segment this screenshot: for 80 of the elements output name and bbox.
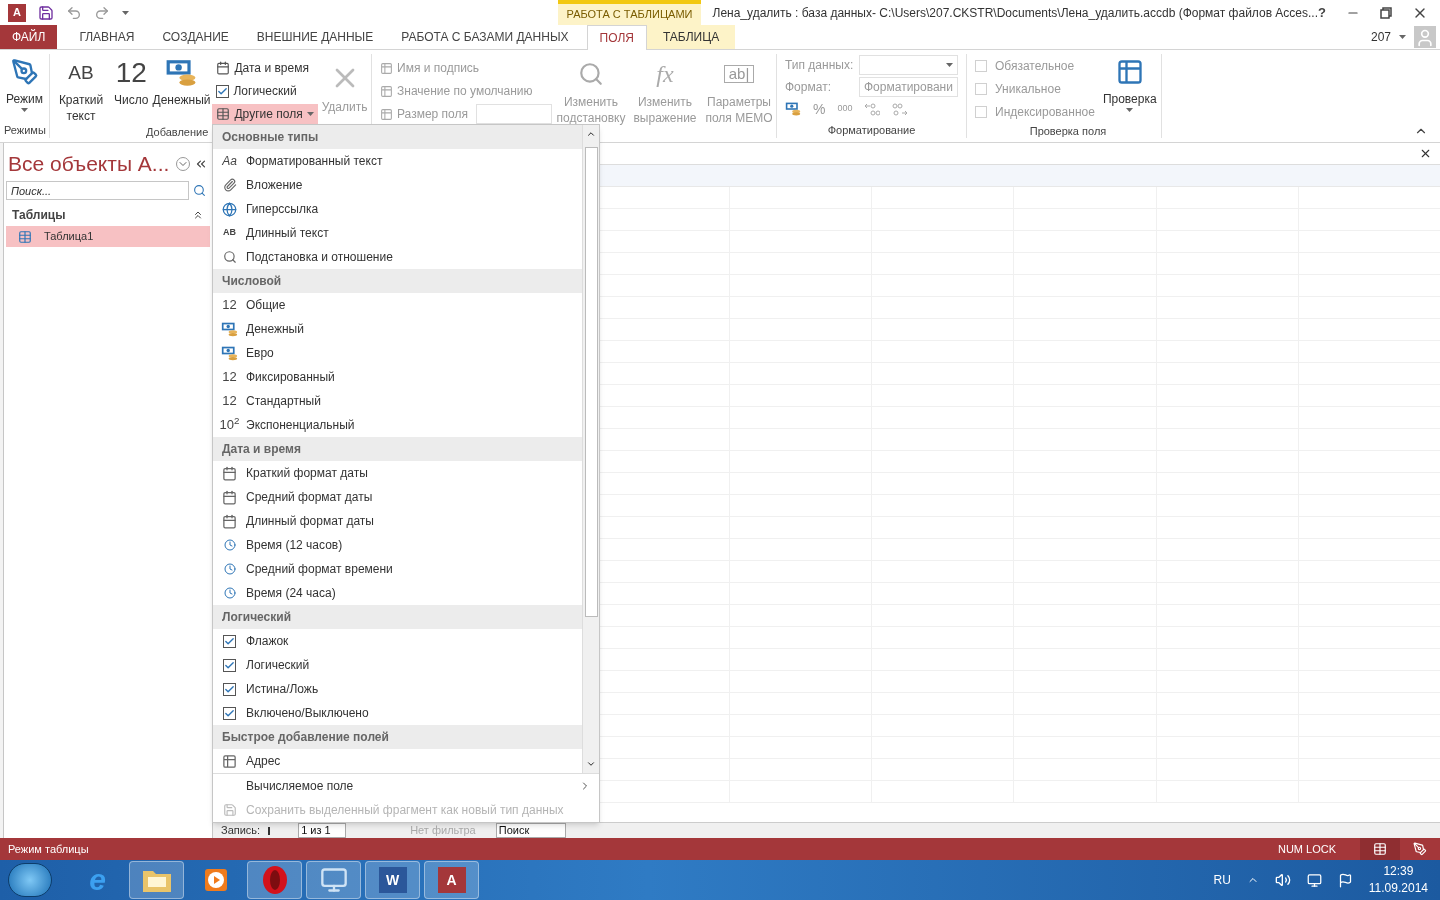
menu-item[interactable]: Краткий формат даты xyxy=(213,461,582,485)
number-icon: 12 xyxy=(222,391,237,411)
ribbon-tab[interactable]: ПОЛЯ xyxy=(586,25,647,50)
record-label: Запись: xyxy=(221,823,261,838)
menu-item[interactable]: Включено/Выключено xyxy=(213,701,582,725)
taskbar-app-button[interactable]: W xyxy=(365,861,420,899)
field-type-button[interactable]: Логический xyxy=(212,81,318,101)
menu-item[interactable]: Логический xyxy=(213,653,582,677)
num-lock-indicator: NUM LOCK xyxy=(1277,841,1336,857)
field-type-button[interactable]: Дата и время xyxy=(212,58,318,78)
clock[interactable]: 12:39 11.09.2014 xyxy=(1368,863,1428,897)
menu-item[interactable]: Средний формат времени xyxy=(213,557,582,581)
mode-button[interactable]: Режим xyxy=(0,54,49,122)
menu-item[interactable]: Денежный xyxy=(213,317,582,341)
status-text: Режим таблицы xyxy=(7,841,89,857)
nav-pane-title[interactable]: Все объекты A... xyxy=(8,148,170,180)
menu-item[interactable]: Вычисляемое поле xyxy=(213,774,599,798)
nav-item[interactable]: Таблица1 xyxy=(6,226,210,247)
field-type-glyph: AB xyxy=(68,65,94,81)
data-type-label: Тип данных: xyxy=(785,57,855,74)
menu-item[interactable]: Длинный формат даты xyxy=(213,509,582,533)
record-position-field[interactable]: 1 из 1 xyxy=(298,823,347,838)
field-type-button[interactable]: Денежный xyxy=(150,54,213,124)
validation-button[interactable]: Проверка xyxy=(1102,54,1157,123)
ribbon-tab[interactable]: СОЗДАНИЕ xyxy=(148,24,243,49)
number-icon: 10$^{2}$ xyxy=(219,415,240,435)
text-box-icon: ab| xyxy=(723,65,755,83)
field-type-button[interactable]: 12 Число xyxy=(112,54,151,124)
ribbon-tab[interactable]: ТАБЛИЦА xyxy=(646,24,736,49)
menu-item[interactable]: Время (24 часа) xyxy=(213,581,582,605)
menu-item[interactable]: Истина/Ложь xyxy=(213,677,582,701)
app-logo-icon: A xyxy=(8,3,26,22)
record-search-field[interactable]: Поиск xyxy=(495,823,566,838)
format-label: Формат: xyxy=(785,79,832,96)
menu-item[interactable]: Флажок xyxy=(213,629,582,653)
search-field[interactable]: Поиск... xyxy=(6,181,189,200)
account-name[interactable]: 207 xyxy=(1370,27,1391,46)
number-icon: 12 xyxy=(222,367,237,387)
menu-section-header: Быстрое добавление полей xyxy=(213,725,582,749)
menu-item[interactable]: 12 Фиксированный xyxy=(213,365,582,389)
ribbon-group-label: Проверка поля xyxy=(1028,124,1108,139)
menu-item[interactable]: Адрес xyxy=(213,749,582,773)
bold-text-icon: AB xyxy=(223,226,236,240)
context-tab-group: РАБОТА С ТАБЛИЦАМИ xyxy=(558,0,701,25)
language-indicator[interactable]: RU xyxy=(1213,871,1231,889)
ribbon-group-label: Форматирование xyxy=(826,122,917,138)
menu-item[interactable]: Aa Форматированный текст xyxy=(213,149,582,173)
menu-section-header: Дата и время xyxy=(213,437,582,461)
ribbon-tab[interactable]: ВНЕШНИЕ ДАННЫЕ xyxy=(242,24,388,49)
field-type-button[interactable]: AB Краткий текст xyxy=(50,54,112,124)
menu-section-header: Числовой xyxy=(213,269,582,293)
menu-section-header: Основные типы xyxy=(213,125,582,149)
ribbon-group-label: Режимы xyxy=(3,122,47,138)
menu-section-header: Логический xyxy=(213,605,582,629)
menu-item[interactable]: 12 Общие xyxy=(213,293,582,317)
menu-item[interactable]: Гиперссылка xyxy=(213,197,582,221)
menu-item[interactable]: 10$^{2}$ Экспоненциальный xyxy=(213,413,582,437)
menu-item[interactable]: Евро xyxy=(213,341,582,365)
menu-item[interactable]: Время (12 часов) xyxy=(213,533,582,557)
italic-text-icon: Aa xyxy=(222,152,237,170)
help-button[interactable]: ? xyxy=(1318,2,1326,23)
number-icon: 12 xyxy=(222,295,237,315)
formula-icon: fx xyxy=(652,59,678,89)
menu-item[interactable]: Средний формат даты xyxy=(213,485,582,509)
taskbar-app-button[interactable]: A xyxy=(424,861,479,899)
menu-item[interactable]: Вложение xyxy=(213,173,582,197)
field-type-button[interactable]: Другие поля xyxy=(212,104,318,124)
ribbon-tab[interactable]: ГЛАВНАЯ xyxy=(65,24,149,49)
ribbon-tab[interactable]: ФАЙЛ xyxy=(0,24,58,49)
menu-item[interactable]: AB Длинный текст xyxy=(213,221,582,245)
ribbon-tab[interactable]: РАБОТА С БАЗАМИ ДАННЫХ xyxy=(387,24,583,49)
word-logo-icon: W xyxy=(378,867,407,893)
ribbon-group-label: Добавление xyxy=(146,125,209,140)
nav-section-header[interactable]: Таблицы xyxy=(12,206,66,224)
field-type-glyph: 12 xyxy=(115,65,147,81)
menu-item[interactable]: 12 Стандартный xyxy=(213,389,582,413)
browser-e-icon: e xyxy=(85,864,110,896)
window-title: Лена_удалить : база данных- C:\Users\207.CKSTR\Documents\Лена_удалить.accdb (Формат файлов Acces... xyxy=(712,4,1319,22)
access-logo-icon: A xyxy=(437,867,466,893)
menu-item[interactable]: Подстановка и отношение xyxy=(213,245,582,269)
